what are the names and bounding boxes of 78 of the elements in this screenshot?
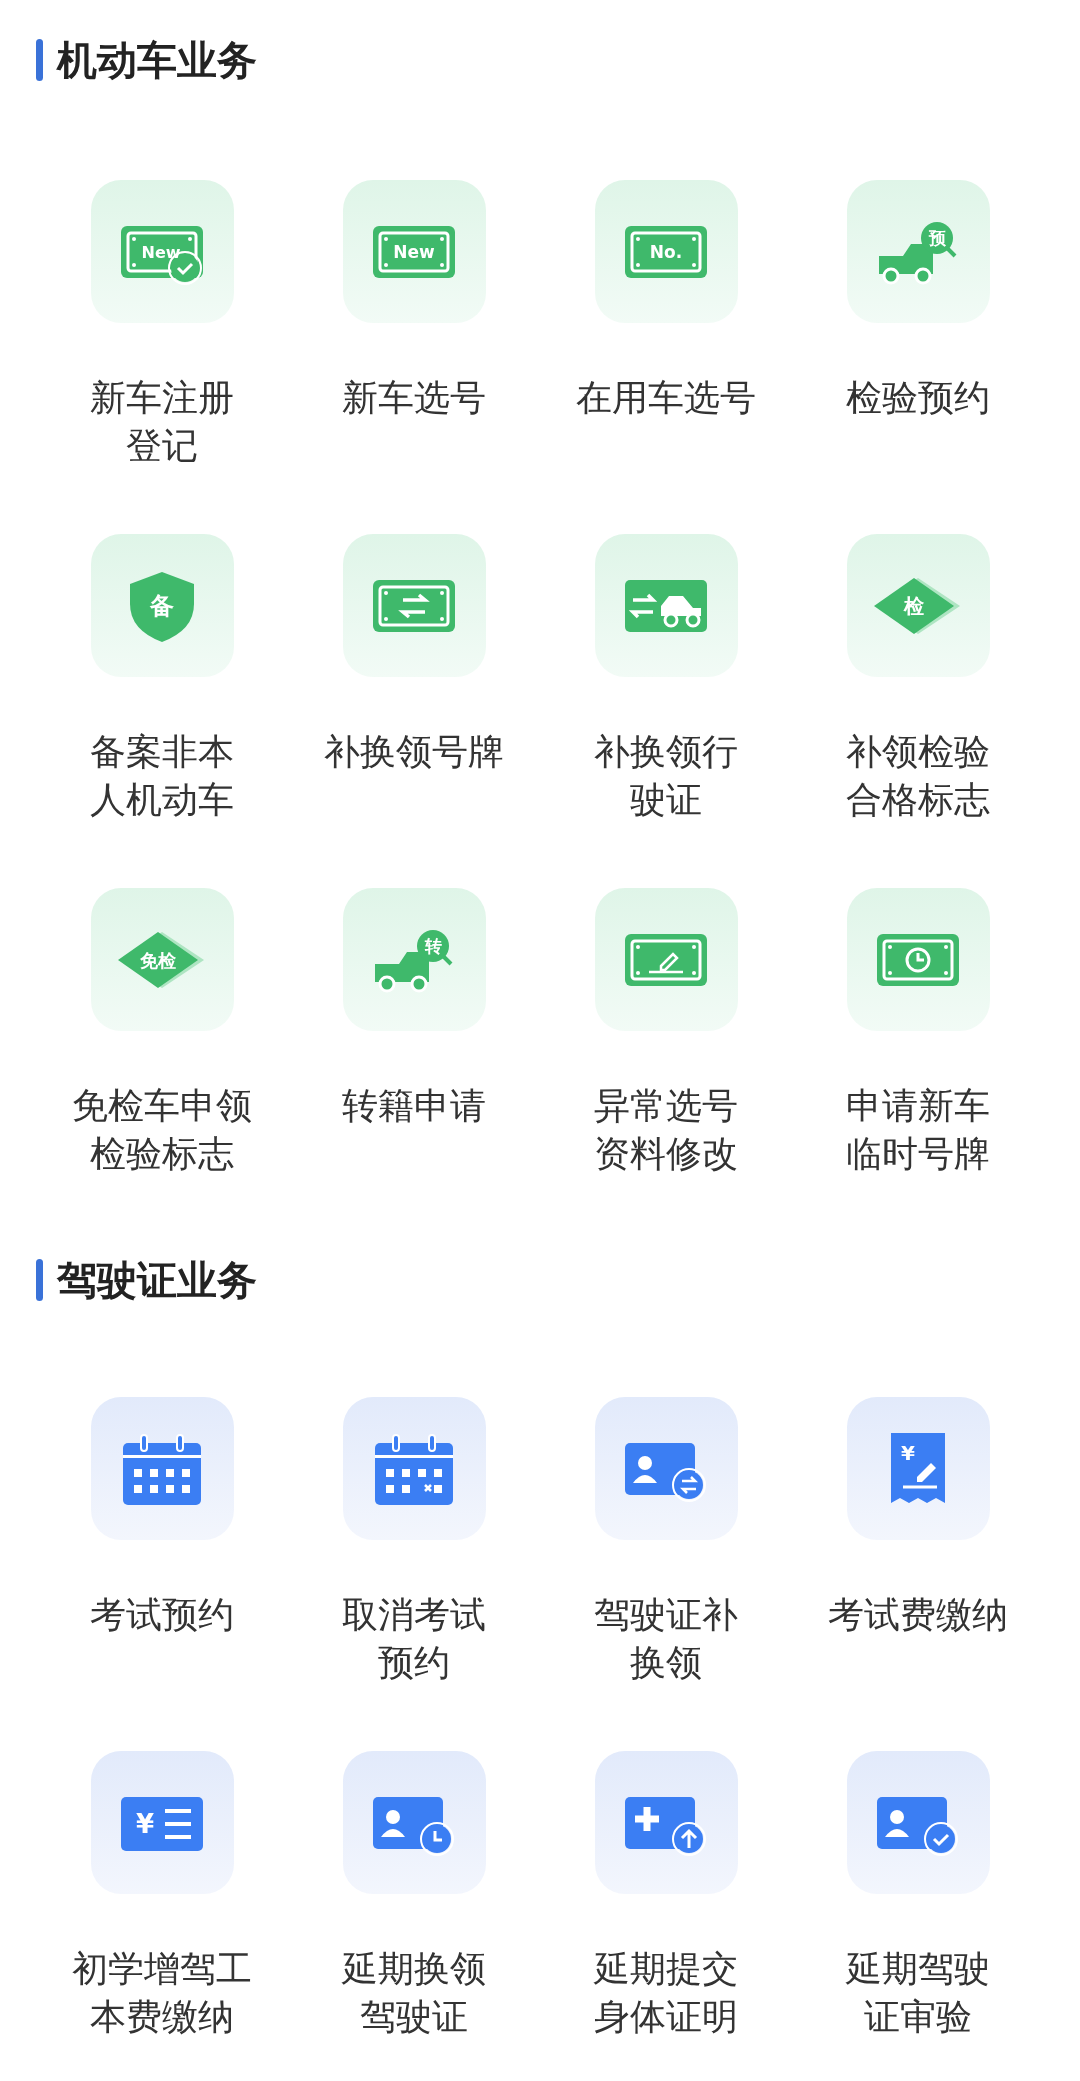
icon-label: New <box>393 241 435 262</box>
service-label[interactable]: 免检车申领 <box>72 1082 252 1130</box>
icon-label: 备 <box>150 591 174 620</box>
service-label[interactable]: 合格标志 <box>846 776 990 824</box>
icon-label: 检 <box>904 593 924 618</box>
service-label[interactable]: 转籍申请 <box>342 1082 486 1130</box>
diamond-icon <box>874 577 960 634</box>
service-button[interactable]: ¥ <box>90 1751 234 1894</box>
service-label[interactable]: 本费缴纳 <box>90 1993 234 2041</box>
license-plate-icon <box>373 579 455 632</box>
service-label[interactable]: 补领检验 <box>846 728 990 776</box>
service-label[interactable]: 取消考试 <box>342 1591 486 1639</box>
service-button[interactable] <box>846 888 990 1031</box>
badge-icon <box>420 1821 454 1856</box>
badge-icon <box>672 1821 706 1856</box>
license-plate-icon <box>625 933 707 986</box>
service-label[interactable]: 异常选号 <box>594 1082 738 1130</box>
service-label[interactable]: 补换领号牌 <box>324 728 504 776</box>
icon-label: ¥ <box>901 1440 915 1465</box>
bill-icon <box>121 1796 203 1851</box>
service-label[interactable]: 证审验 <box>864 1993 972 2041</box>
service-label[interactable]: 延期提交 <box>594 1945 738 1993</box>
service-button[interactable] <box>594 1751 738 1894</box>
icon-label: ¥ <box>135 1808 155 1839</box>
service-label[interactable]: 考试预约 <box>90 1591 234 1639</box>
speech-bubble-icon <box>921 221 957 257</box>
service-button[interactable] <box>90 1397 234 1540</box>
service-label[interactable]: 新车注册 <box>90 374 234 422</box>
section-marker <box>36 1259 43 1301</box>
service-button[interactable]: ¥ <box>846 1397 990 1540</box>
icon-label: 转 <box>424 935 442 956</box>
service-label[interactable]: 在用车选号 <box>576 374 756 422</box>
icon-label: 预 <box>928 227 946 248</box>
service-label[interactable]: 申请新车 <box>846 1082 990 1130</box>
service-label[interactable]: 身体证明 <box>594 1993 738 2041</box>
license-plate-icon <box>373 225 455 278</box>
shield-icon <box>130 571 194 642</box>
service-label[interactable]: 驾驶证 <box>360 1993 468 2041</box>
service-label[interactable]: 人机动车 <box>90 776 234 824</box>
receipt-icon <box>891 1432 945 1503</box>
service-label[interactable]: 资料修改 <box>594 1130 738 1178</box>
service-label[interactable]: 初学增驾工 <box>72 1945 252 1993</box>
icon-label: No. <box>649 241 683 262</box>
speech-bubble-icon <box>417 929 453 965</box>
service-label[interactable]: 驶证 <box>630 776 702 824</box>
service-label[interactable]: 登记 <box>126 422 198 470</box>
service-label[interactable]: 延期换领 <box>342 1945 486 1993</box>
service-label[interactable]: 补换领行 <box>594 728 738 776</box>
car-icon <box>625 579 707 632</box>
badge-icon <box>924 1821 958 1856</box>
service-label[interactable]: 预约 <box>378 1639 450 1687</box>
section-title: 机动车业务 <box>57 40 257 80</box>
service-label[interactable]: 备案非本 <box>90 728 234 776</box>
service-button[interactable] <box>342 534 486 677</box>
service-button[interactable] <box>846 1751 990 1894</box>
service-button[interactable] <box>342 1397 486 1540</box>
diamond-icon <box>118 931 204 988</box>
calendar-icon <box>375 1433 453 1505</box>
service-button[interactable] <box>342 1751 486 1894</box>
service-label[interactable]: 考试费缴纳 <box>828 1591 1008 1639</box>
service-label[interactable]: 临时号牌 <box>846 1130 990 1178</box>
service-label[interactable]: 驾驶证补 <box>594 1591 738 1639</box>
icon-label: 免检 <box>140 949 176 970</box>
badge-icon <box>672 1467 706 1502</box>
service-button[interactable] <box>594 1397 738 1540</box>
section-marker <box>36 39 43 81</box>
icon-label: New <box>141 242 181 261</box>
service-button[interactable] <box>594 534 738 677</box>
license-plate-icon <box>877 933 959 986</box>
service-label[interactable]: 检验预约 <box>846 374 990 422</box>
service-label[interactable]: 新车选号 <box>342 374 486 422</box>
section-title: 驾驶证业务 <box>57 1260 257 1300</box>
service-label[interactable]: 检验标志 <box>90 1130 234 1178</box>
service-label[interactable]: 换领 <box>630 1639 702 1687</box>
license-plate-icon <box>625 225 707 278</box>
calendar-icon <box>123 1433 201 1505</box>
service-button[interactable] <box>594 888 738 1031</box>
service-label[interactable]: 延期驾驶 <box>846 1945 990 1993</box>
